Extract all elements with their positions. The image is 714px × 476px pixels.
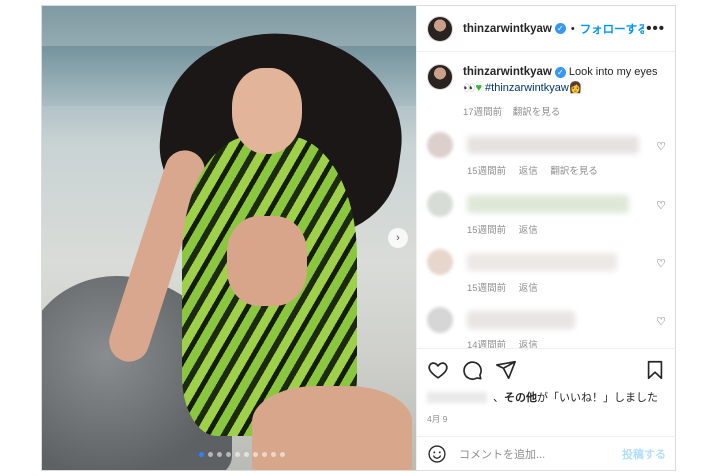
comment-meta: 15週間前 返信: [467, 280, 548, 294]
carousel-dot: [280, 452, 285, 457]
comment-time: 15週間前: [467, 283, 507, 294]
post-actions: 、 その他 が「いいね！」しました 4月 9: [417, 348, 676, 428]
verified-icon: ✓: [554, 66, 566, 78]
eyes-emoji: 👀: [463, 83, 476, 94]
carousel-dot: [235, 452, 240, 457]
comment-input[interactable]: コメントを追加...: [459, 446, 545, 462]
caption-text: Look into my eyes: [568, 66, 658, 78]
action-row: [417, 349, 676, 383]
carousel-dot: [262, 452, 267, 457]
reply-button[interactable]: 返信: [519, 166, 538, 177]
more-icon[interactable]: •••: [646, 20, 665, 37]
avatar[interactable]: [427, 191, 453, 217]
likes-others-link[interactable]: その他: [504, 389, 537, 405]
comment-text-blurred: [467, 195, 629, 213]
carousel-dot: [253, 452, 258, 457]
green-heart-icon: ♥: [475, 82, 482, 94]
likes-separator: 、: [493, 392, 504, 404]
carousel-dot: [244, 452, 249, 457]
comment-meta: 15週間前 返信 翻訳を見る: [467, 163, 608, 177]
caption-username[interactable]: thinzarwintkyaw: [463, 66, 552, 78]
carousel-dots: [199, 452, 285, 457]
likes-summary: 、 その他 が「いいね！」しました: [417, 383, 676, 405]
avatar[interactable]: [427, 15, 453, 42]
carousel-dot: [271, 452, 276, 457]
next-arrow-icon[interactable]: ›: [388, 228, 408, 248]
post-date: 4月 9: [427, 414, 448, 424]
photo-skin: [227, 216, 307, 306]
instagram-post: › thinzarwintkyaw ✓ • フォローする ••• thinzar…: [41, 5, 676, 471]
caption-meta: 17週間前 翻訳を見る: [463, 105, 658, 121]
follow-button[interactable]: フォローする: [580, 21, 644, 37]
comment-text-blurred: [467, 253, 617, 271]
heart-icon[interactable]: ♡: [656, 140, 666, 153]
translate-link[interactable]: 翻訳を見る: [513, 107, 561, 118]
avatar[interactable]: [427, 249, 453, 275]
post-photo[interactable]: ›: [42, 6, 416, 470]
woman-emoji: 👩: [568, 82, 583, 94]
heart-icon[interactable]: ♡: [656, 257, 666, 270]
photo-legs: [252, 386, 412, 470]
header-username[interactable]: thinzarwintkyaw: [463, 23, 552, 35]
carousel-dot: [199, 452, 204, 457]
carousel-dot: [208, 452, 213, 457]
comment-text-blurred: [467, 136, 639, 154]
verified-icon: ✓: [554, 23, 566, 34]
bookmark-icon[interactable]: [644, 359, 666, 381]
caption-time: 17週間前: [463, 107, 503, 118]
comment-time: 15週間前: [467, 166, 507, 177]
caption-body: thinzarwintkyaw ✓ Look into my eyes 👀♥ #t…: [463, 64, 658, 121]
emoji-icon[interactable]: [427, 444, 447, 464]
comment-meta: 15週間前 返信: [467, 222, 548, 236]
heart-icon[interactable]: ♡: [656, 199, 666, 212]
likes-text: が「いいね！」しました: [537, 392, 658, 404]
reply-button[interactable]: 返信: [519, 283, 538, 294]
liker-name-blurred[interactable]: [427, 391, 487, 403]
heart-icon[interactable]: ♡: [656, 315, 666, 328]
caption-hashtag[interactable]: #thinzarwintkyaw: [485, 82, 569, 94]
heart-icon[interactable]: [427, 359, 449, 381]
reply-button[interactable]: 返信: [519, 225, 538, 236]
avatar[interactable]: [427, 307, 453, 333]
comment-text-blurred: [467, 311, 575, 329]
comment-icon[interactable]: [461, 359, 483, 381]
caption: thinzarwintkyaw ✓ Look into my eyes 👀♥ #t…: [417, 52, 675, 121]
carousel-dot: [226, 452, 231, 457]
translate-link[interactable]: 翻訳を見る: [550, 166, 598, 177]
carousel-dot: [217, 452, 222, 457]
post-comment-button[interactable]: 投稿する: [622, 446, 666, 462]
share-icon[interactable]: [495, 359, 517, 381]
comment-time: 15週間前: [467, 225, 507, 236]
avatar[interactable]: [427, 64, 453, 90]
post-side-panel: thinzarwintkyaw ✓ • フォローする ••• thinzarwi…: [416, 6, 676, 470]
avatar[interactable]: [427, 132, 453, 158]
add-comment-bar: コメントを追加... 投稿する: [417, 436, 676, 470]
post-header: thinzarwintkyaw ✓ • フォローする •••: [417, 6, 675, 52]
header-separator: •: [570, 22, 575, 35]
photo-face: [232, 68, 302, 154]
